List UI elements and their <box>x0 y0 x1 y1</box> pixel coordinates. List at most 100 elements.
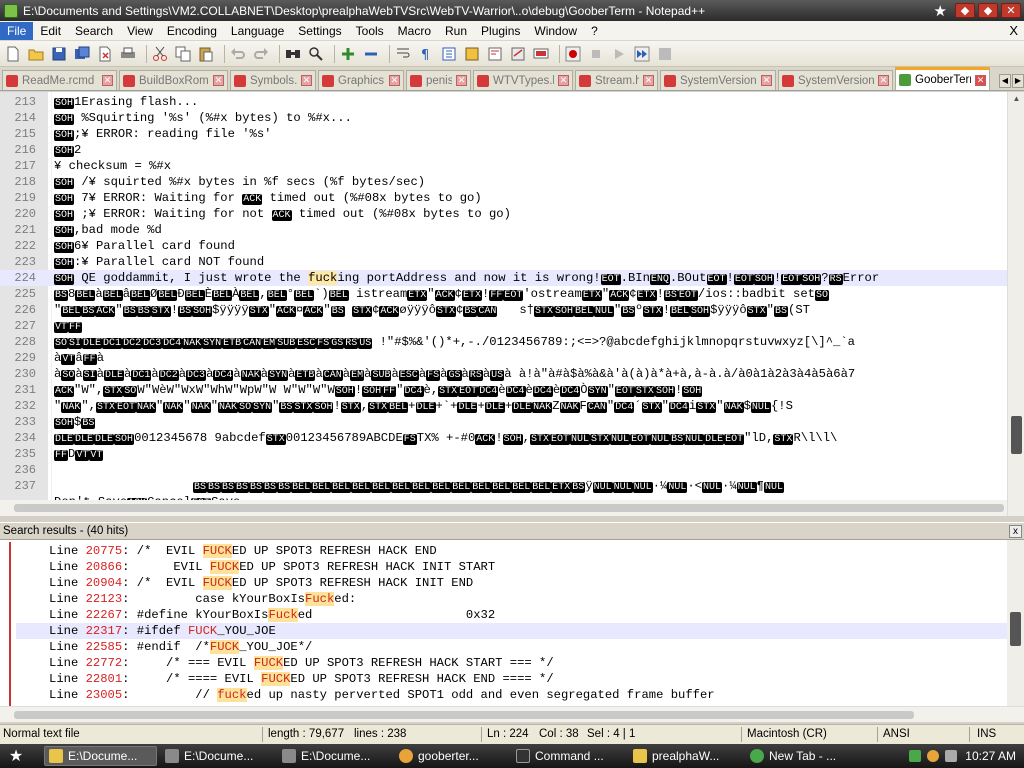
show-all-chars-icon[interactable]: ¶ <box>417 45 435 63</box>
close-tab-icon[interactable]: ✕ <box>456 75 467 86</box>
menu-settings[interactable]: Settings <box>291 22 348 40</box>
menu-edit[interactable]: Edit <box>33 22 68 40</box>
editor-line[interactable]: 218 SOH /¥ squirted %#x bytes in %f secs … <box>0 174 1007 190</box>
search-horizontal-scrollbar[interactable] <box>0 706 1024 722</box>
record-macro-icon[interactable] <box>564 45 582 63</box>
save-icon[interactable] <box>50 45 68 63</box>
indent-guide-icon[interactable] <box>440 45 458 63</box>
menu-tools[interactable]: Tools <box>349 22 391 40</box>
search-tray-icon[interactable] <box>927 750 940 762</box>
new-file-icon[interactable] <box>4 45 22 63</box>
search-result-row[interactable]: Line 20904: /* EVIL FUCKED UP SPOT3 REFR… <box>16 575 1008 591</box>
search-results-panel[interactable]: Line 20775: /* EVIL FUCKED UP SPOT3 REFR… <box>0 540 1024 706</box>
close-tab-icon[interactable]: ✕ <box>213 75 224 86</box>
editor-line[interactable]: 237 BS BS BS BS BS BS BS BEL BEL BEL BEL BEL BEL BEL B… <box>0 478 1007 494</box>
undo-icon[interactable] <box>229 45 247 63</box>
search-results-list[interactable]: Line 20775: /* EVIL FUCKED UP SPOT3 REFR… <box>16 543 1008 703</box>
editor-line[interactable]: 235 FFDVT VT <box>0 446 1007 462</box>
search-result-row[interactable]: Line 22267: #define kYourBoxIsFucked 0x3… <box>16 607 1008 623</box>
editor-line[interactable]: 214 SOH %Squirting '%s' (%#x bytes) to %#… <box>0 110 1007 126</box>
monitor-icon[interactable] <box>532 45 550 63</box>
tab-scroll-right-icon[interactable]: ▶ <box>1012 74 1024 88</box>
menu-view[interactable]: View <box>120 22 160 40</box>
tab-gooberterm[interactable]: GooberTerm✕ <box>895 67 990 90</box>
find-icon[interactable] <box>284 45 302 63</box>
save-all-icon[interactable] <box>73 45 91 63</box>
taskbar-item[interactable]: Command ... <box>512 746 625 766</box>
editor-line[interactable]: 230 àSOàSIàDLEàDC1àDC2àDC3àDC4àNAKàSYNàET… <box>0 366 1007 382</box>
search-scroll-thumb[interactable] <box>1010 612 1021 646</box>
editor-line[interactable]: 215 SOH;¥ ERROR: reading file '%s' <box>0 126 1007 142</box>
close-tab-icon[interactable]: ✕ <box>761 75 772 86</box>
zoom-out-icon[interactable] <box>362 45 380 63</box>
search-result-row[interactable]: Line 22123: case kYourBoxIsFucked: <box>16 591 1008 607</box>
editor-lines[interactable]: 213 SOH1Erasing flash... 214 SOH %Squirting… <box>0 94 1007 510</box>
close-search-panel-icon[interactable]: x <box>1009 524 1022 538</box>
search-result-row[interactable]: Line 22317: #ifdef FUCK_YOU_JOE <box>16 623 1008 639</box>
taskbar-item[interactable]: gooberter... <box>395 746 508 766</box>
editor-horizontal-scrollbar[interactable] <box>0 500 1007 516</box>
close-file-icon[interactable] <box>96 45 114 63</box>
editor-line[interactable]: 219 SOH 7¥ ERROR: Waiting for ACK timed o… <box>0 190 1007 206</box>
close-tab-icon[interactable]: ✕ <box>975 74 986 86</box>
start-button[interactable]: ★ <box>0 744 32 768</box>
search-result-row[interactable]: Line 20775: /* EVIL FUCKED UP SPOT3 REFR… <box>16 543 1008 559</box>
editor-line[interactable]: 223 SOH:¥ Parallel card NOT found <box>0 254 1007 270</box>
cut-icon[interactable] <box>151 45 169 63</box>
close-window-button[interactable]: ✕ <box>1001 3 1021 18</box>
tab-readme-rcmd[interactable]: ReadMe.rcmd ✕ <box>2 70 117 90</box>
editor-line[interactable]: 227 VT FF <box>0 318 1007 334</box>
taskbar-item[interactable]: E:\Docume... <box>44 746 157 766</box>
editor-line[interactable]: 234 DLE DLE DLE SOH0012345678 9abcdefSTX0012… <box>0 430 1007 446</box>
title-bar[interactable]: E:\Documents and Settings\VM2.COLLABNET\… <box>0 0 1024 21</box>
menu-encoding[interactable]: Encoding <box>160 22 224 40</box>
user-lang-icon[interactable] <box>463 45 481 63</box>
taskbar-item[interactable]: E:\Docume... <box>278 746 391 766</box>
editor-line[interactable]: 226 "BEL BS ACK"BS BS STX!BS SOH$ÿÿÿÿSTX"ACK¤A… <box>0 302 1007 318</box>
close-tab-icon[interactable]: ✕ <box>558 75 569 86</box>
editor-line[interactable]: 229 àVTâFFà <box>0 350 1007 366</box>
editor-hscroll-thumb[interactable] <box>14 504 1004 512</box>
print-icon[interactable] <box>119 45 137 63</box>
minimize-tile-icon[interactable]: ◆ <box>978 3 998 18</box>
menu-language[interactable]: Language <box>224 22 291 40</box>
close-document-button[interactable]: X <box>1009 23 1018 38</box>
word-wrap-icon[interactable] <box>394 45 412 63</box>
editor-line[interactable]: 220 SOH ;¥ ERROR: Waiting for not ACK tim… <box>0 206 1007 222</box>
tab-buildboxrom-pl[interactable]: BuildBoxRom.pl✕ <box>119 70 228 90</box>
editor-line[interactable]: 217 ¥ checksum = %#x <box>0 158 1007 174</box>
taskbar-item[interactable]: prealphaW... <box>629 746 742 766</box>
editor-line[interactable]: 222 SOH6¥ Parallel card found <box>0 238 1007 254</box>
restore-tile-icon[interactable]: ◆ <box>955 3 975 18</box>
scroll-up-icon[interactable]: ▲ <box>1008 92 1024 106</box>
editor-line[interactable]: 233 SOH$BS <box>0 414 1007 430</box>
search-vertical-scrollbar[interactable] <box>1007 540 1024 706</box>
search-hscroll-thumb[interactable] <box>14 711 914 719</box>
close-tab-icon[interactable]: ✕ <box>301 75 312 86</box>
tab-wtvtypes-h[interactable]: WTVTypes.h ✕ <box>473 70 573 90</box>
editor-line[interactable]: 221 SOH,bad mode %d <box>0 222 1007 238</box>
close-tab-icon[interactable]: ✕ <box>102 75 113 86</box>
editor-line[interactable]: 232 "NAK",STX EOT NAK"NAK"NAK"NAK SO SYN"BS ST… <box>0 398 1007 414</box>
volume-icon[interactable] <box>945 750 958 762</box>
editor-line[interactable]: 216 SOH2 <box>0 142 1007 158</box>
save-macro-icon[interactable] <box>656 45 674 63</box>
editor-vertical-scrollbar[interactable]: ▲ <box>1007 92 1024 516</box>
editor-line[interactable]: 225 BS8BELàBELâBELØBELÐBELÈBELÀBEL,BEL°BE… <box>0 286 1007 302</box>
editor-line[interactable]: 213 SOH1Erasing flash... <box>0 94 1007 110</box>
search-result-row[interactable]: Line 23005: // fucked up nasty perverted… <box>16 687 1008 703</box>
paste-icon[interactable] <box>197 45 215 63</box>
play-multiple-icon[interactable] <box>633 45 651 63</box>
close-tab-icon[interactable]: ✕ <box>878 75 889 86</box>
copy-icon[interactable] <box>174 45 192 63</box>
tab-symbols-h[interactable]: Symbols.h✕ <box>230 70 316 90</box>
search-result-row[interactable]: Line 22801: /* ==== EVIL FUCKED UP SPOT3… <box>16 671 1008 687</box>
editor-line[interactable]: 231 ACK"W",STX SOW"WèW"WxW"WhW"WpW"W W"W"W… <box>0 382 1007 398</box>
menu-run[interactable]: Run <box>438 22 474 40</box>
editor-scroll-thumb[interactable] <box>1011 416 1022 454</box>
menu-macro[interactable]: Macro <box>391 22 438 40</box>
open-folder-icon[interactable] <box>27 45 45 63</box>
redo-icon[interactable] <box>252 45 270 63</box>
function-list-icon[interactable] <box>509 45 527 63</box>
taskbar-item[interactable]: E:\Docume... <box>161 746 274 766</box>
